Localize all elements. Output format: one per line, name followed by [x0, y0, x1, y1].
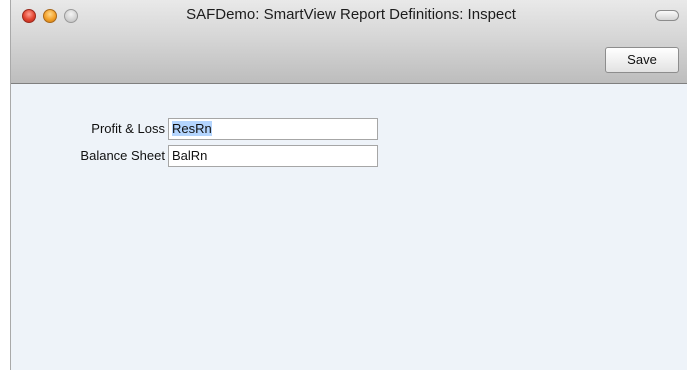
title-bar[interactable]: SAFDemo: SmartView Report Definitions: I…	[11, 0, 687, 84]
minimize-window-icon[interactable]	[43, 9, 57, 23]
profit-loss-value: ResRn	[172, 121, 212, 136]
form-area: Profit & Loss ResRn Balance Sheet BalRn	[11, 84, 687, 370]
save-button[interactable]: Save	[605, 47, 679, 73]
balance-sheet-field[interactable]: BalRn	[168, 145, 378, 167]
balance-sheet-label: Balance Sheet	[80, 148, 165, 163]
profit-loss-field[interactable]: ResRn	[168, 118, 378, 140]
zoom-window-icon[interactable]	[64, 9, 78, 23]
profit-loss-label: Profit & Loss	[91, 121, 165, 136]
toolbar-toggle-icon[interactable]	[655, 10, 679, 21]
window-title: SAFDemo: SmartView Report Definitions: I…	[186, 6, 516, 23]
balance-sheet-value: BalRn	[172, 148, 208, 163]
app-window: SAFDemo: SmartView Report Definitions: I…	[10, 0, 687, 370]
close-window-icon[interactable]	[22, 9, 36, 23]
